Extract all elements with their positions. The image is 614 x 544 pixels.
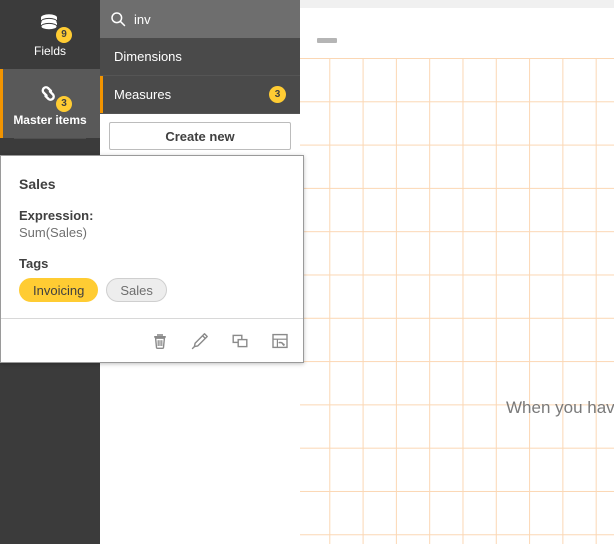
section-label: Measures xyxy=(114,87,269,102)
sheet-canvas: When you hav xyxy=(300,0,614,544)
section-dimensions[interactable]: Dimensions xyxy=(100,38,300,76)
sidebar-item-label: Fields xyxy=(34,44,66,58)
qlik-assets-panel-app: 9 Fields 3 Master items xyxy=(0,0,614,544)
popover-actions xyxy=(1,318,303,362)
delete-icon[interactable] xyxy=(149,330,171,352)
sheet-empty-message: When you hav xyxy=(506,398,614,418)
close-icon[interactable] xyxy=(318,10,336,28)
create-new-container: Create new xyxy=(100,114,300,160)
measures-count-badge: 3 xyxy=(269,86,286,103)
tags-row: Invoicing Sales xyxy=(19,278,285,302)
canvas-placeholder-dash xyxy=(317,38,337,43)
create-new-button[interactable]: Create new xyxy=(109,122,291,150)
fields-count-badge: 9 xyxy=(56,27,72,43)
expression-label: Expression: xyxy=(19,208,285,223)
database-icon: 9 xyxy=(35,11,65,39)
section-measures[interactable]: Measures 3 xyxy=(100,76,300,114)
search-input[interactable] xyxy=(126,12,318,27)
sidebar-item-label: Master items xyxy=(13,113,86,127)
master-measure-popover: Sales Expression: Sum(Sales) Tags Invoic… xyxy=(0,155,304,363)
tag-chip-invoicing[interactable]: Invoicing xyxy=(19,278,98,302)
tags-label: Tags xyxy=(19,256,285,271)
add-to-sheet-icon[interactable] xyxy=(269,330,291,352)
master-items-count-badge: 3 xyxy=(56,96,72,112)
sheet-grid xyxy=(300,58,614,544)
canvas-toolbar xyxy=(300,0,614,8)
duplicate-icon[interactable] xyxy=(229,330,251,352)
link-chain-icon: 3 xyxy=(35,80,65,108)
popover-title: Sales xyxy=(19,176,285,192)
edit-pencil-icon[interactable] xyxy=(189,330,211,352)
tag-chip-sales[interactable]: Sales xyxy=(106,278,167,302)
expression-value: Sum(Sales) xyxy=(19,225,285,240)
sidebar-item-fields[interactable]: 9 Fields xyxy=(0,0,100,69)
popover-body: Sales Expression: Sum(Sales) Tags Invoic… xyxy=(1,156,303,318)
sidebar-item-master-items[interactable]: 3 Master items xyxy=(0,69,100,138)
search-bar xyxy=(100,0,300,38)
section-label: Dimensions xyxy=(114,49,286,64)
search-icon xyxy=(110,11,126,27)
